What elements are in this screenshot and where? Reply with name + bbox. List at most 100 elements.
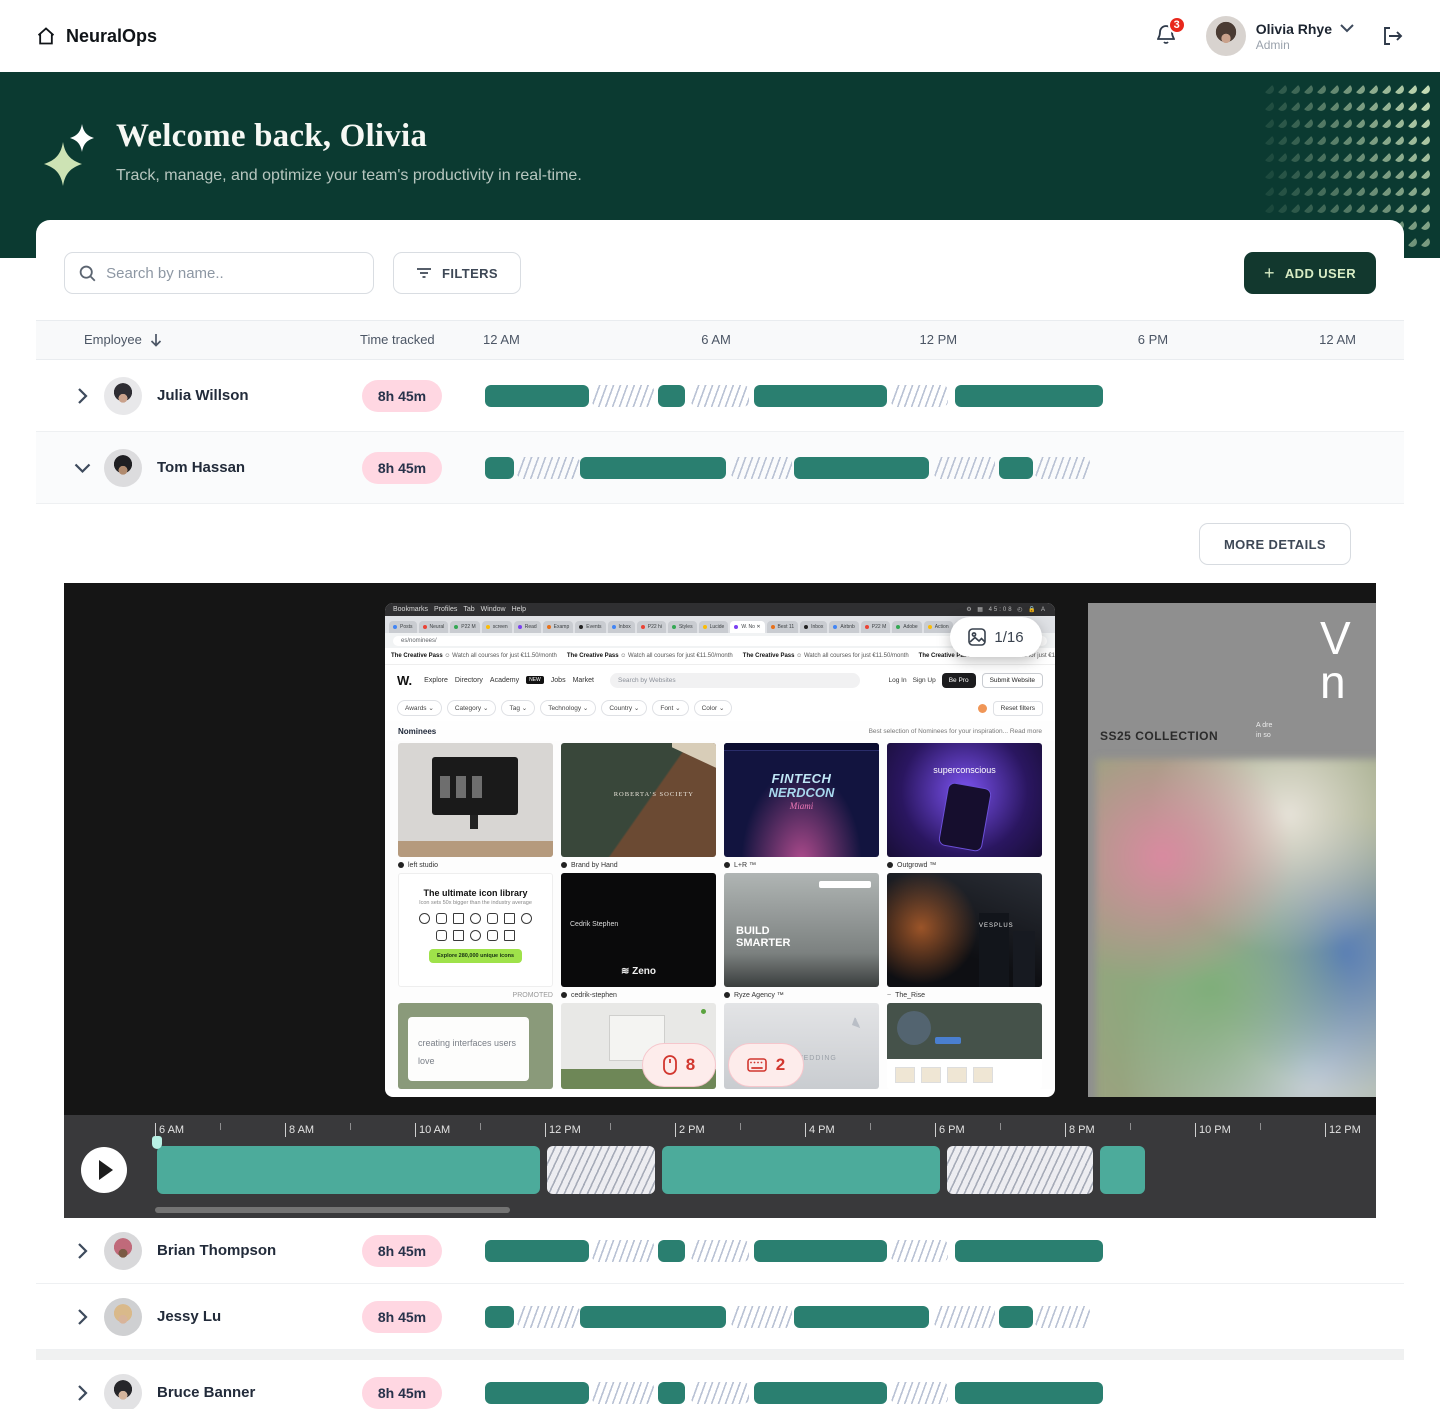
- pattern-dot: [1329, 186, 1339, 196]
- sort-descending-icon[interactable]: [150, 333, 162, 347]
- library-icon: [470, 930, 481, 941]
- tick-label: 10 PM: [1199, 1124, 1231, 1136]
- next-screenshot-preview[interactable]: Vn SS25 COLLECTION A drein so: [1088, 603, 1376, 1097]
- user-menu[interactable]: Olivia Rhye Admin: [1206, 16, 1354, 56]
- pattern-dot: [1394, 203, 1404, 213]
- expand-chevron-icon[interactable]: [60, 387, 104, 405]
- play-button[interactable]: [81, 1147, 127, 1193]
- nominees-grid: left studio ROBERTA'S SOCIETY Brand by H…: [385, 741, 1055, 1089]
- employee-row[interactable]: Bruce Banner8h 45m: [36, 1360, 1404, 1409]
- employee-row[interactable]: Julia Willson8h 45m: [36, 360, 1404, 432]
- nominees-title: Nominees: [398, 727, 436, 736]
- pattern-dot: [1316, 152, 1326, 162]
- pattern-dot: [1342, 101, 1352, 111]
- add-user-button[interactable]: + ADD USER: [1244, 252, 1376, 294]
- menu-item: Tab: [463, 606, 474, 613]
- browser-tab: Action: [924, 621, 953, 633]
- idle-segment: [891, 1382, 948, 1404]
- browser-tab: Read: [514, 621, 541, 633]
- idle-segment: [517, 1306, 580, 1328]
- expand-chevron-icon[interactable]: [60, 1384, 104, 1402]
- major-tick: [935, 1123, 936, 1137]
- page-title: Welcome back, Olivia: [116, 118, 582, 155]
- site-filter-pill: Technology ⌄: [540, 700, 596, 716]
- employee-row[interactable]: Tom Hassan8h 45m: [36, 432, 1404, 504]
- pattern-dot: [1394, 84, 1404, 94]
- employee-column-header[interactable]: Employee: [84, 332, 142, 347]
- scrubber-activity-track[interactable]: [155, 1146, 1358, 1194]
- browser-tab: Posts: [389, 621, 417, 633]
- activity-timeline[interactable]: [485, 1240, 1356, 1262]
- employee-row[interactable]: Brian Thompson8h 45m: [36, 1218, 1404, 1284]
- pattern-dot: [1277, 169, 1287, 179]
- idle-segment: [891, 385, 948, 407]
- pattern-dot: [1303, 101, 1313, 111]
- site-nav-link: Academy: [490, 677, 519, 684]
- login-link: Log In: [889, 677, 907, 684]
- browser-tab: Airbnb: [829, 621, 858, 633]
- scrubber-idle-segment[interactable]: [947, 1146, 1093, 1194]
- mouse-icon: [663, 1055, 677, 1075]
- idle-segment: [592, 385, 654, 407]
- pattern-dot: [1355, 101, 1365, 111]
- scrubber-idle-segment[interactable]: [547, 1146, 655, 1194]
- browser-tab: P22 hi: [637, 621, 666, 633]
- scrubber-active-segment[interactable]: [157, 1146, 540, 1194]
- chevron-down-icon: [1340, 24, 1354, 33]
- expand-chevron-icon[interactable]: [60, 1242, 104, 1260]
- search-input[interactable]: [106, 265, 359, 282]
- active-segment: [485, 457, 514, 479]
- activity-timeline[interactable]: [485, 457, 1356, 479]
- playhead-marker[interactable]: [152, 1136, 162, 1149]
- search-field[interactable]: [64, 252, 374, 294]
- pattern-dot: [1407, 186, 1417, 196]
- menu-item: Window: [481, 606, 506, 613]
- pattern-dot: [1342, 118, 1352, 128]
- filter-active-dot: [978, 704, 987, 713]
- pattern-dot: [1264, 169, 1274, 179]
- pattern-dot: [1342, 152, 1352, 162]
- pattern-dot: [1394, 118, 1404, 128]
- be-pro-button: Be Pro: [942, 673, 976, 688]
- pattern-dot: [1368, 118, 1378, 128]
- active-segment: [658, 1382, 685, 1404]
- more-details-button[interactable]: MORE DETAILS: [1199, 523, 1351, 565]
- browser-tab: P22 M: [861, 621, 890, 633]
- pattern-dot: [1368, 169, 1378, 179]
- pattern-dot: [1368, 186, 1378, 196]
- active-segment: [794, 1306, 929, 1328]
- activity-timeline[interactable]: [485, 1382, 1356, 1404]
- pattern-dot: [1303, 203, 1313, 213]
- pattern-dot: [1316, 135, 1326, 145]
- idle-segment: [691, 1382, 748, 1404]
- scrubber-scrollbar[interactable]: [155, 1207, 510, 1213]
- pattern-dot: [1407, 169, 1417, 179]
- activity-timeline[interactable]: [485, 1306, 1356, 1328]
- site-nav-link: Explore: [424, 677, 448, 684]
- expand-chevron-icon[interactable]: [60, 1308, 104, 1326]
- activity-timeline[interactable]: [485, 385, 1356, 407]
- scrubber-active-segment[interactable]: [662, 1146, 940, 1194]
- filters-button[interactable]: FILTERS: [393, 252, 521, 294]
- scrubber-active-segment[interactable]: [1100, 1146, 1145, 1194]
- pattern-dot: [1329, 118, 1339, 128]
- expand-chevron-icon[interactable]: [60, 459, 104, 477]
- pattern-dot: [1420, 237, 1430, 247]
- notifications-button[interactable]: 3: [1154, 23, 1180, 49]
- logout-icon[interactable]: [1380, 24, 1404, 48]
- nominees-note: Best selection of Nominees for your insp…: [869, 728, 1042, 735]
- pattern-dot: [1329, 169, 1339, 179]
- mouse-clicks-badge: 8: [642, 1043, 716, 1087]
- image-counter-badge: 1/16: [950, 617, 1042, 657]
- home-icon: [36, 26, 56, 46]
- pattern-dot: [1329, 203, 1339, 213]
- brand[interactable]: NeuralOps: [36, 26, 157, 47]
- minor-tick: [480, 1123, 481, 1130]
- employee-row[interactable]: Jessy Lu8h 45m: [36, 1284, 1404, 1350]
- screen-recording-frame[interactable]: BookmarksProfilesTabWindowHelp ⚙ ▦ 45:08…: [385, 603, 1055, 1097]
- image-icon: [968, 628, 986, 646]
- major-tick: [285, 1123, 286, 1137]
- sparkles-icon: [44, 124, 94, 184]
- browser-tab: Styles: [668, 621, 697, 633]
- minor-tick: [350, 1123, 351, 1130]
